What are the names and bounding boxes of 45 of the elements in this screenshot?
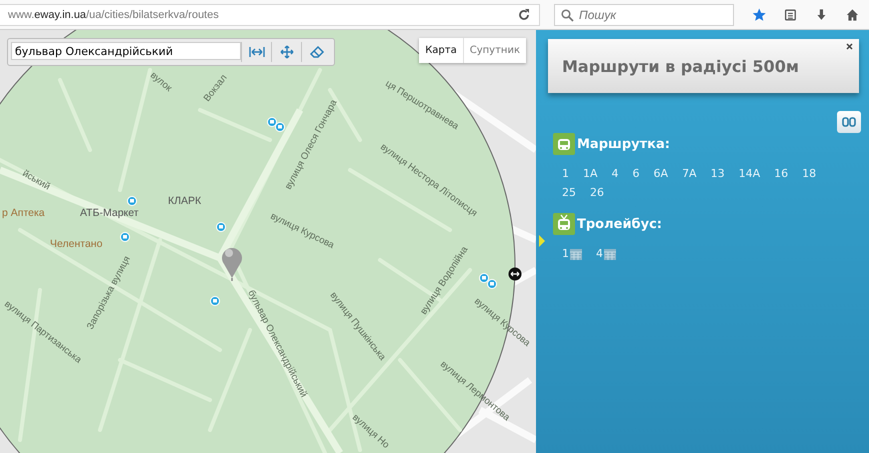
route-link[interactable]: 14А (738, 167, 760, 180)
home-icon[interactable] (846, 6, 859, 22)
expand-arrows-icon (248, 46, 264, 58)
place-label: КЛАРК (168, 195, 202, 207)
resize-handle-icon[interactable] (508, 268, 522, 280)
bus-icon (553, 133, 575, 155)
route-link[interactable]: 1 (562, 167, 569, 180)
map-type-tab[interactable]: Супутник (462, 38, 526, 63)
route-link[interactable]: 4 (596, 247, 603, 260)
route-link[interactable]: 18 (802, 167, 816, 180)
route-link[interactable]: 1А (583, 167, 598, 180)
reload-icon[interactable] (517, 8, 531, 22)
expand-arrow-icon[interactable] (539, 235, 545, 247)
route-link[interactable]: 6А (654, 167, 668, 180)
close-icon[interactable] (846, 43, 853, 50)
place-label: р Аптека (2, 207, 45, 219)
search-field[interactable]: Пошук (554, 4, 734, 26)
url-text: www.eway.in.ua/ua/cities/bilatserkva/routes (8, 8, 219, 20)
address-search-field[interactable]: бульвар Олександрійський (11, 42, 241, 60)
route-link[interactable]: 25 (562, 186, 576, 199)
link-icon (842, 117, 856, 127)
trolleybus-icon (553, 213, 575, 235)
route-link[interactable]: 7А (682, 167, 697, 180)
place-label: АТБ-Маркет (80, 207, 139, 219)
star-icon[interactable] (752, 6, 766, 24)
route-link[interactable]: 6 (632, 167, 640, 180)
panel-title: Маршрути в радіусі 500м (562, 56, 799, 76)
route-link[interactable]: 1 (562, 247, 569, 260)
schedule-icon[interactable] (570, 249, 582, 260)
route-link[interactable]: 26 (590, 186, 604, 199)
eraser-icon (308, 45, 324, 59)
address-bar[interactable]: www.eway.in.ua/ua/cities/bilatserkva/routes (0, 4, 540, 26)
route-link[interactable]: 16 (774, 167, 788, 180)
move-arrows-icon (280, 45, 294, 59)
search-icon (561, 8, 574, 22)
collapse-button[interactable] (837, 111, 861, 133)
section-title: Маршрутка: (577, 136, 670, 152)
route-link[interactable]: 4 (612, 167, 619, 180)
place-label: Челентано (50, 238, 102, 250)
map-pin-icon[interactable] (222, 248, 242, 281)
section-title: Тролейбус: (577, 216, 662, 232)
reading-list-icon[interactable] (784, 6, 798, 22)
schedule-icon[interactable] (604, 249, 616, 260)
route-link[interactable]: 13 (710, 167, 725, 180)
map-type-tab[interactable]: Карта (419, 38, 463, 63)
